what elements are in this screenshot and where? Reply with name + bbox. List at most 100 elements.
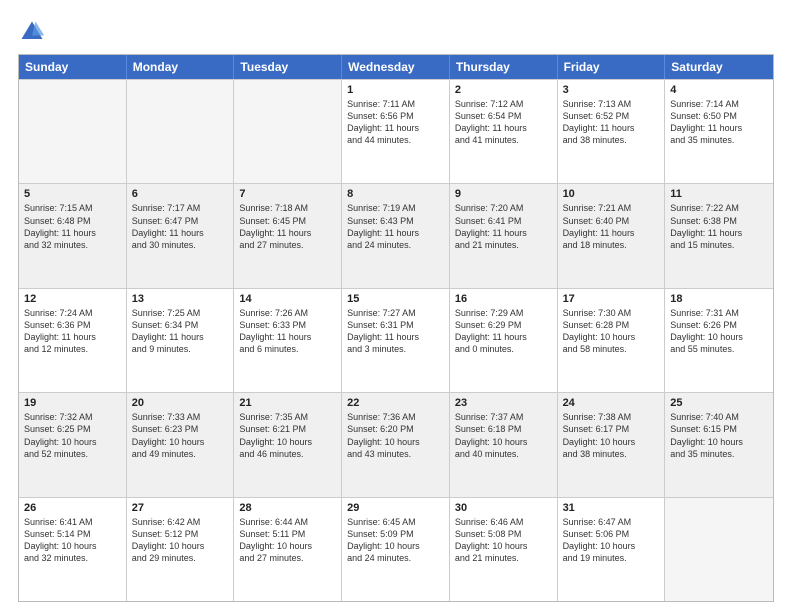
day-number: 4: [670, 84, 768, 96]
day-info: Sunrise: 7:36 AM Sunset: 6:20 PM Dayligh…: [347, 411, 444, 460]
day-number: 13: [132, 293, 229, 305]
day-number: 3: [563, 84, 660, 96]
calendar: SundayMondayTuesdayWednesdayThursdayFrid…: [18, 54, 774, 602]
day-number: 22: [347, 397, 444, 409]
day-number: 10: [563, 188, 660, 200]
day-info: Sunrise: 7:40 AM Sunset: 6:15 PM Dayligh…: [670, 411, 768, 460]
day-number: 30: [455, 502, 552, 514]
day-cell-29: 29 Sunrise: 6:45 AM Sunset: 5:09 PM Dayli…: [342, 498, 450, 601]
day-number: 15: [347, 293, 444, 305]
day-number: 29: [347, 502, 444, 514]
day-number: 31: [563, 502, 660, 514]
day-number: 11: [670, 188, 768, 200]
day-info: Sunrise: 7:37 AM Sunset: 6:18 PM Dayligh…: [455, 411, 552, 460]
calendar-body: 1 Sunrise: 7:11 AM Sunset: 6:56 PM Daylig…: [19, 79, 773, 601]
day-info: Sunrise: 7:12 AM Sunset: 6:54 PM Dayligh…: [455, 98, 552, 147]
empty-cell-4-6: [665, 498, 773, 601]
day-info: Sunrise: 7:15 AM Sunset: 6:48 PM Dayligh…: [24, 202, 121, 251]
day-cell-16: 16 Sunrise: 7:29 AM Sunset: 6:29 PM Dayli…: [450, 289, 558, 392]
day-cell-5: 5 Sunrise: 7:15 AM Sunset: 6:48 PM Daylig…: [19, 184, 127, 287]
day-cell-22: 22 Sunrise: 7:36 AM Sunset: 6:20 PM Dayli…: [342, 393, 450, 496]
calendar-row-1: 5 Sunrise: 7:15 AM Sunset: 6:48 PM Daylig…: [19, 183, 773, 287]
day-cell-15: 15 Sunrise: 7:27 AM Sunset: 6:31 PM Dayli…: [342, 289, 450, 392]
day-info: Sunrise: 7:17 AM Sunset: 6:47 PM Dayligh…: [132, 202, 229, 251]
day-info: Sunrise: 6:46 AM Sunset: 5:08 PM Dayligh…: [455, 516, 552, 565]
day-number: 9: [455, 188, 552, 200]
day-cell-23: 23 Sunrise: 7:37 AM Sunset: 6:18 PM Dayli…: [450, 393, 558, 496]
day-info: Sunrise: 7:24 AM Sunset: 6:36 PM Dayligh…: [24, 307, 121, 356]
calendar-row-2: 12Sunrise: 7:24 AM Sunset: 6:36 PM Dayli…: [19, 288, 773, 392]
day-cell-18: 18Sunrise: 7:31 AM Sunset: 6:26 PM Dayli…: [665, 289, 773, 392]
day-cell-3: 3 Sunrise: 7:13 AM Sunset: 6:52 PM Daylig…: [558, 80, 666, 183]
day-cell-24: 24Sunrise: 7:38 AM Sunset: 6:17 PM Dayli…: [558, 393, 666, 496]
header: [18, 18, 774, 46]
day-info: Sunrise: 6:45 AM Sunset: 5:09 PM Dayligh…: [347, 516, 444, 565]
calendar-row-0: 1 Sunrise: 7:11 AM Sunset: 6:56 PM Daylig…: [19, 79, 773, 183]
day-cell-7: 7 Sunrise: 7:18 AM Sunset: 6:45 PM Daylig…: [234, 184, 342, 287]
day-info: Sunrise: 7:29 AM Sunset: 6:29 PM Dayligh…: [455, 307, 552, 356]
day-cell-2: 2 Sunrise: 7:12 AM Sunset: 6:54 PM Daylig…: [450, 80, 558, 183]
day-info: Sunrise: 7:11 AM Sunset: 6:56 PM Dayligh…: [347, 98, 444, 147]
day-info: Sunrise: 7:19 AM Sunset: 6:43 PM Dayligh…: [347, 202, 444, 251]
day-number: 25: [670, 397, 768, 409]
day-cell-13: 13Sunrise: 7:25 AM Sunset: 6:34 PM Dayli…: [127, 289, 235, 392]
day-header-monday: Monday: [127, 55, 235, 79]
day-cell-19: 19 Sunrise: 7:32 AM Sunset: 6:25 PM Dayli…: [19, 393, 127, 496]
day-info: Sunrise: 7:13 AM Sunset: 6:52 PM Dayligh…: [563, 98, 660, 147]
day-header-friday: Friday: [558, 55, 666, 79]
day-info: Sunrise: 6:44 AM Sunset: 5:11 PM Dayligh…: [239, 516, 336, 565]
empty-cell-0-2: [234, 80, 342, 183]
day-number: 17: [563, 293, 660, 305]
day-number: 6: [132, 188, 229, 200]
day-info: Sunrise: 7:27 AM Sunset: 6:31 PM Dayligh…: [347, 307, 444, 356]
logo: [18, 18, 50, 46]
day-header-thursday: Thursday: [450, 55, 558, 79]
empty-cell-0-1: [127, 80, 235, 183]
day-number: 23: [455, 397, 552, 409]
day-cell-31: 31 Sunrise: 6:47 AM Sunset: 5:06 PM Dayli…: [558, 498, 666, 601]
day-info: Sunrise: 7:18 AM Sunset: 6:45 PM Dayligh…: [239, 202, 336, 251]
day-cell-30: 30 Sunrise: 6:46 AM Sunset: 5:08 PM Dayli…: [450, 498, 558, 601]
day-info: Sunrise: 7:33 AM Sunset: 6:23 PM Dayligh…: [132, 411, 229, 460]
day-cell-1: 1 Sunrise: 7:11 AM Sunset: 6:56 PM Daylig…: [342, 80, 450, 183]
day-number: 20: [132, 397, 229, 409]
day-cell-9: 9 Sunrise: 7:20 AM Sunset: 6:41 PM Daylig…: [450, 184, 558, 287]
day-number: 24: [563, 397, 660, 409]
day-cell-21: 21Sunrise: 7:35 AM Sunset: 6:21 PM Dayli…: [234, 393, 342, 496]
day-info: Sunrise: 7:30 AM Sunset: 6:28 PM Dayligh…: [563, 307, 660, 356]
day-info: Sunrise: 7:14 AM Sunset: 6:50 PM Dayligh…: [670, 98, 768, 147]
day-number: 8: [347, 188, 444, 200]
day-info: Sunrise: 6:42 AM Sunset: 5:12 PM Dayligh…: [132, 516, 229, 565]
day-info: Sunrise: 6:41 AM Sunset: 5:14 PM Dayligh…: [24, 516, 121, 565]
logo-icon: [18, 18, 46, 46]
day-info: Sunrise: 7:20 AM Sunset: 6:41 PM Dayligh…: [455, 202, 552, 251]
day-number: 18: [670, 293, 768, 305]
day-cell-28: 28 Sunrise: 6:44 AM Sunset: 5:11 PM Dayli…: [234, 498, 342, 601]
day-cell-4: 4 Sunrise: 7:14 AM Sunset: 6:50 PM Daylig…: [665, 80, 773, 183]
day-cell-14: 14 Sunrise: 7:26 AM Sunset: 6:33 PM Dayli…: [234, 289, 342, 392]
day-number: 2: [455, 84, 552, 96]
day-number: 1: [347, 84, 444, 96]
day-number: 14: [239, 293, 336, 305]
day-cell-10: 10Sunrise: 7:21 AM Sunset: 6:40 PM Dayli…: [558, 184, 666, 287]
day-cell-25: 25 Sunrise: 7:40 AM Sunset: 6:15 PM Dayli…: [665, 393, 773, 496]
day-info: Sunrise: 7:32 AM Sunset: 6:25 PM Dayligh…: [24, 411, 121, 460]
day-number: 19: [24, 397, 121, 409]
day-cell-8: 8 Sunrise: 7:19 AM Sunset: 6:43 PM Daylig…: [342, 184, 450, 287]
day-cell-6: 6 Sunrise: 7:17 AM Sunset: 6:47 PM Daylig…: [127, 184, 235, 287]
day-info: Sunrise: 7:22 AM Sunset: 6:38 PM Dayligh…: [670, 202, 768, 251]
day-number: 5: [24, 188, 121, 200]
day-info: Sunrise: 6:47 AM Sunset: 5:06 PM Dayligh…: [563, 516, 660, 565]
day-info: Sunrise: 7:26 AM Sunset: 6:33 PM Dayligh…: [239, 307, 336, 356]
day-number: 28: [239, 502, 336, 514]
day-number: 27: [132, 502, 229, 514]
calendar-header: SundayMondayTuesdayWednesdayThursdayFrid…: [19, 55, 773, 79]
day-cell-27: 27 Sunrise: 6:42 AM Sunset: 5:12 PM Dayli…: [127, 498, 235, 601]
day-number: 7: [239, 188, 336, 200]
day-header-sunday: Sunday: [19, 55, 127, 79]
day-cell-12: 12Sunrise: 7:24 AM Sunset: 6:36 PM Dayli…: [19, 289, 127, 392]
empty-cell-0-0: [19, 80, 127, 183]
day-info: Sunrise: 7:35 AM Sunset: 6:21 PM Dayligh…: [239, 411, 336, 460]
day-number: 16: [455, 293, 552, 305]
day-cell-26: 26Sunrise: 6:41 AM Sunset: 5:14 PM Dayli…: [19, 498, 127, 601]
